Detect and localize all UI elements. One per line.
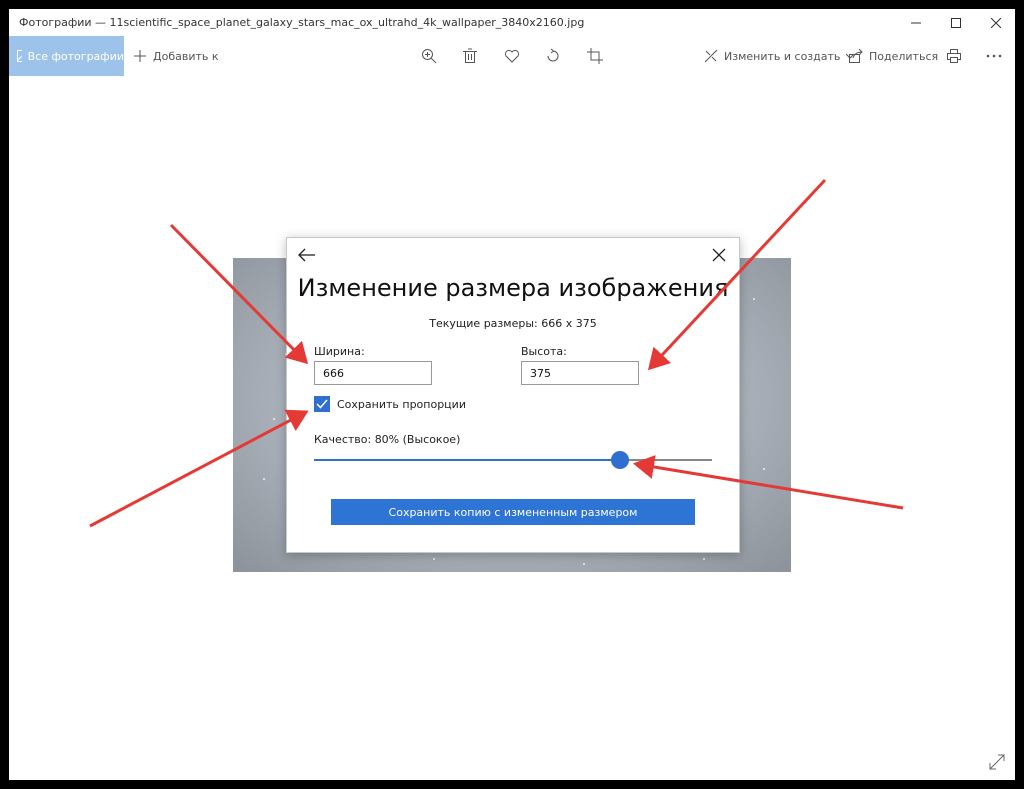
annotation-arrow: [647, 178, 827, 371]
annotation-arrows: [89, 178, 904, 528]
annotation-arrow: [633, 455, 904, 510]
annotation-arrow: [89, 409, 309, 528]
annotation-arrow: [169, 223, 309, 365]
